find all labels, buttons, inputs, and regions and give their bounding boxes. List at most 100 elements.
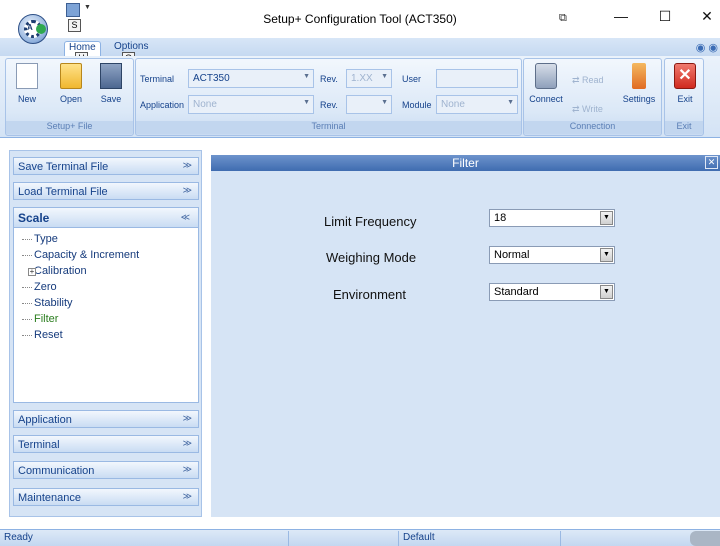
tools-icon — [632, 63, 646, 89]
nav-label: Application — [18, 414, 72, 426]
filter-title: Filter — [452, 156, 479, 170]
write-button[interactable]: ⇄ Write — [572, 104, 603, 115]
tree-item-calibration[interactable]: + Calibration — [22, 265, 87, 277]
navigation-panel: Save Terminal File ≫ Load Terminal File … — [9, 150, 202, 517]
nav-label: Load Terminal File — [18, 186, 108, 198]
tree-item-stability[interactable]: Stability — [22, 297, 73, 309]
write-icon: ⇄ — [572, 104, 583, 114]
connection-group: Connect ⇄ Read ⇄ Write Settings Connecti… — [523, 58, 662, 136]
quick-access-dropdown-icon[interactable]: ▼ — [84, 4, 91, 11]
connect-button[interactable]: Connect — [527, 63, 565, 104]
chevron-down-icon[interactable]: ▼ — [600, 285, 613, 299]
ribbon-tab-row: Home Options — [0, 38, 720, 56]
user-field[interactable] — [436, 69, 518, 88]
arrow-icon — [36, 24, 46, 34]
chevron-down-icon: ≫ — [182, 464, 192, 474]
ribbon: New Open Save Setup+ File Terminal ACT35… — [0, 56, 720, 138]
nav-load-terminal-file[interactable]: Load Terminal File ≫ — [13, 182, 199, 200]
chevron-down-icon: ▼ — [381, 99, 388, 106]
terminal-value: ACT350 — [193, 73, 230, 84]
file-group: New Open Save Setup+ File — [5, 58, 134, 136]
chevron-down-icon: ≫ — [182, 160, 192, 170]
save-label: Save — [100, 94, 122, 104]
rev2-select[interactable]: ▼ — [346, 95, 392, 114]
tree-item-reset[interactable]: Reset — [22, 329, 63, 341]
read-button[interactable]: ⇄ Read — [572, 75, 604, 86]
connection-group-label: Connection — [524, 121, 661, 134]
chevron-up-icon: ≪ — [180, 212, 190, 222]
nav-application[interactable]: Application ≫ — [13, 410, 199, 428]
module-value: None — [441, 99, 465, 110]
application-label: Application — [140, 100, 185, 110]
tree-item-capacity-increment[interactable]: Capacity & Increment — [22, 249, 139, 261]
terminal-label: Terminal — [140, 74, 175, 84]
close-icon: ✕ — [674, 63, 696, 89]
help-icon[interactable]: ◉ ◉ — [696, 41, 718, 54]
close-button[interactable]: ✕ — [692, 8, 720, 25]
limit-frequency-select[interactable]: 18 ▼ — [489, 209, 615, 227]
nav-maintenance[interactable]: Maintenance ≫ — [13, 488, 199, 506]
status-profile: Default — [398, 531, 439, 546]
app-logo-letter: A — [27, 23, 33, 32]
chevron-down-icon[interactable]: ▼ — [600, 248, 613, 262]
limit-frequency-value: 18 — [494, 212, 507, 224]
tree-item-zero[interactable]: Zero — [22, 281, 57, 293]
application-menu-button[interactable]: A — [18, 14, 48, 44]
status-spacer — [288, 531, 398, 546]
application-value: None — [193, 99, 217, 110]
nav-label: Communication — [18, 465, 95, 477]
chevron-down-icon[interactable]: ▼ — [600, 211, 613, 225]
filter-panel-header: Filter ✕ — [211, 155, 720, 171]
nav-label: Save Terminal File — [18, 161, 109, 173]
module-select[interactable]: None ▼ — [436, 95, 518, 114]
new-file-icon — [16, 63, 38, 89]
restore-layout-icon[interactable]: ⧉ — [559, 12, 567, 25]
application-select[interactable]: None ▼ — [188, 95, 314, 114]
expand-icon[interactable]: + — [28, 268, 36, 276]
nav-label: Terminal — [18, 439, 60, 451]
open-label: Open — [59, 94, 83, 104]
chevron-down-icon: ▼ — [303, 99, 310, 106]
settings-label: Settings — [622, 94, 656, 104]
settings-button[interactable]: Settings — [620, 63, 658, 104]
terminal-group-label: Terminal — [136, 121, 521, 134]
rev-label: Rev. — [320, 74, 338, 84]
minimize-button[interactable]: — — [606, 8, 636, 24]
status-spacer-right — [560, 531, 680, 546]
terminal-select[interactable]: ACT350 ▼ — [188, 69, 314, 88]
exit-group-label: Exit — [665, 121, 703, 134]
new-label: New — [17, 94, 36, 104]
nav-terminal[interactable]: Terminal ≫ — [13, 435, 199, 453]
weighing-mode-select[interactable]: Normal ▼ — [489, 246, 615, 264]
nav-save-terminal-file[interactable]: Save Terminal File ≫ — [13, 157, 199, 175]
nav-label: Scale — [18, 211, 50, 225]
rev2-label: Rev. — [320, 100, 338, 110]
user-label: User — [402, 74, 422, 84]
limit-frequency-label: Limit Frequency — [324, 214, 417, 229]
status-bar: Ready Default — [0, 529, 720, 546]
nav-communication[interactable]: Communication ≫ — [13, 461, 199, 479]
connect-label: Connect — [529, 94, 563, 104]
environment-label: Environment — [333, 287, 406, 302]
open-button[interactable]: Open — [56, 63, 86, 104]
new-button[interactable]: New — [12, 63, 42, 104]
save-button[interactable]: Save — [96, 63, 126, 104]
folder-icon — [60, 63, 82, 89]
weighing-mode-label: Weighing Mode — [326, 250, 417, 265]
close-icon[interactable]: ✕ — [705, 156, 718, 169]
zoom-control[interactable] — [690, 531, 720, 546]
filter-panel: Filter ✕ Limit Frequency 18 ▼ Weighing M… — [211, 155, 720, 517]
read-icon: ⇄ — [572, 75, 583, 85]
tree-item-type[interactable]: Type — [22, 233, 58, 245]
environment-select[interactable]: Standard ▼ — [489, 283, 615, 301]
exit-button[interactable]: ✕ Exit — [670, 63, 700, 104]
rev-select[interactable]: 1.XX ▼ — [346, 69, 392, 88]
maximize-button[interactable]: ☐ — [650, 8, 680, 25]
exit-group: ✕ Exit Exit — [664, 58, 704, 136]
read-label: Read — [582, 75, 604, 85]
tree-item-filter[interactable]: Filter — [22, 313, 58, 325]
nav-scale[interactable]: Scale ≪ — [14, 208, 198, 228]
scale-section: Scale ≪ Type Capacity & Increment + Calib… — [13, 207, 199, 403]
weighing-mode-value: Normal — [494, 249, 530, 261]
chevron-down-icon: ▼ — [507, 99, 514, 106]
